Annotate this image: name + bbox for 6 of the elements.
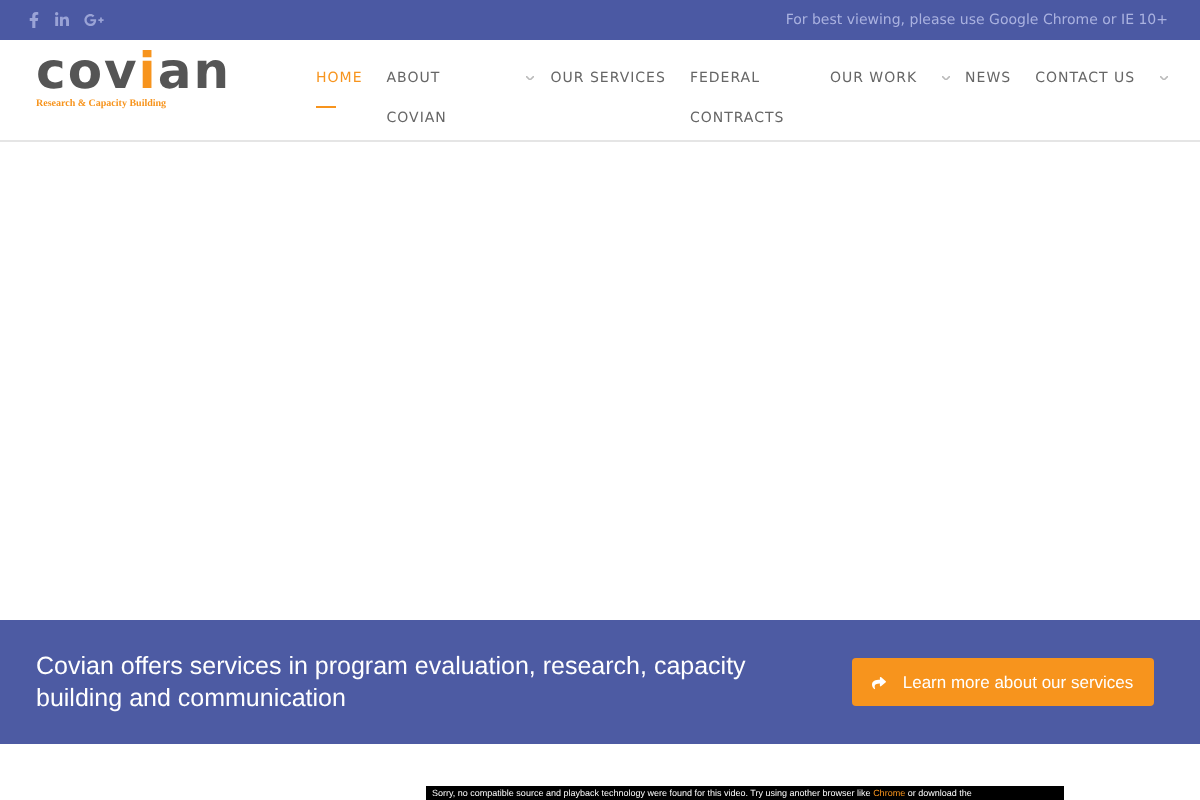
facebook-icon[interactable] xyxy=(28,12,40,28)
active-underline xyxy=(316,106,336,108)
share-arrow-icon xyxy=(872,675,887,689)
banner-text: Covian offers services in program evaluation, research, capacity building and communication xyxy=(36,650,748,714)
linkedin-icon[interactable] xyxy=(54,12,70,28)
google-plus-icon[interactable] xyxy=(84,12,104,28)
